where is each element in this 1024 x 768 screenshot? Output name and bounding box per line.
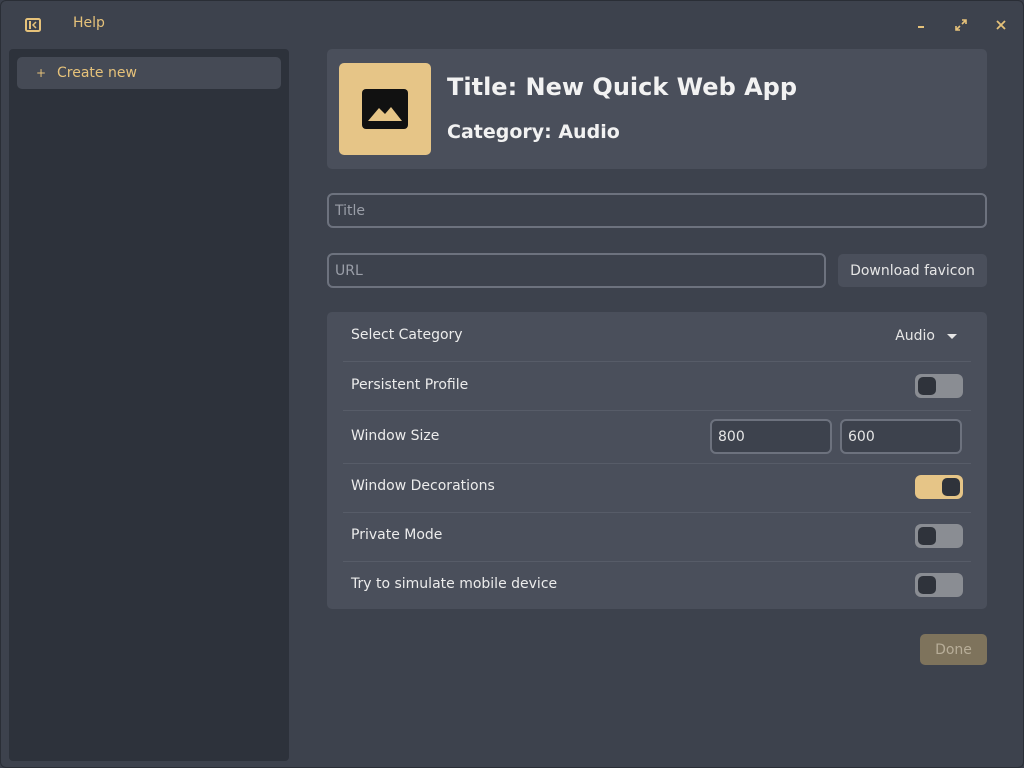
window-width-input[interactable]: [710, 419, 832, 454]
divider: [343, 561, 971, 562]
app-header-card: Title: New Quick Web App Category: Audio: [327, 49, 987, 169]
maximize-icon[interactable]: [951, 15, 971, 35]
simulate-mobile-label: Try to simulate mobile device: [351, 576, 558, 592]
app-window: Help + Create new Title: New Quick Web A…: [0, 0, 1024, 768]
divider: [343, 512, 971, 513]
private-mode-toggle[interactable]: [915, 524, 963, 548]
sidebar: + Create new: [9, 49, 289, 761]
window-size-label: Window Size: [351, 428, 440, 444]
close-icon[interactable]: [991, 15, 1011, 35]
category-dropdown[interactable]: Audio: [895, 324, 957, 348]
window-decorations-label: Window Decorations: [351, 478, 495, 494]
done-button[interactable]: Done: [920, 634, 987, 665]
caret-down-icon: [947, 333, 957, 339]
help-menu[interactable]: Help: [73, 15, 105, 31]
simulate-mobile-toggle[interactable]: [915, 573, 963, 597]
select-category-row: Select Category Audio: [343, 324, 971, 348]
url-input[interactable]: [327, 253, 826, 288]
persistent-profile-label: Persistent Profile: [351, 377, 469, 393]
divider: [343, 410, 971, 411]
sidebar-item-label: Create new: [57, 65, 137, 81]
image-icon[interactable]: [339, 63, 431, 155]
minimize-icon[interactable]: [911, 15, 931, 35]
titlebar: Help: [1, 1, 1023, 47]
window-decorations-toggle[interactable]: [915, 475, 963, 499]
settings-panel: Select Category Audio Persistent Profile…: [327, 312, 987, 609]
sidebar-item-create-new[interactable]: + Create new: [17, 57, 281, 89]
divider: [343, 361, 971, 362]
category-dropdown-value: Audio: [895, 328, 935, 344]
private-mode-label: Private Mode: [351, 527, 443, 543]
window-decorations-row: Window Decorations: [343, 475, 971, 499]
divider: [343, 463, 971, 464]
app-title: Title: New Quick Web App: [447, 73, 798, 101]
window-size-row: Window Size: [343, 419, 971, 454]
download-favicon-button[interactable]: Download favicon: [838, 254, 987, 287]
window-height-input[interactable]: [840, 419, 962, 454]
persistent-profile-toggle[interactable]: [915, 374, 963, 398]
plus-icon: +: [35, 66, 47, 80]
title-input[interactable]: [327, 193, 987, 228]
private-mode-row: Private Mode: [343, 524, 971, 548]
select-category-label: Select Category: [351, 327, 463, 343]
app-category: Category: Audio: [447, 121, 620, 143]
persistent-profile-row: Persistent Profile: [343, 374, 971, 398]
sidebar-toggle-icon[interactable]: [23, 15, 43, 35]
simulate-mobile-row: Try to simulate mobile device: [343, 573, 971, 597]
